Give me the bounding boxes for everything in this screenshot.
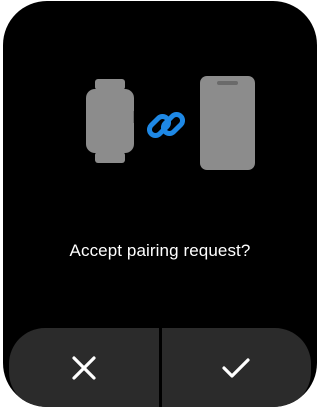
smartwatch-icon <box>86 79 134 163</box>
close-icon <box>72 356 96 380</box>
link-icon <box>146 111 186 139</box>
pairing-illustration <box>3 73 317 173</box>
accept-button[interactable] <box>158 328 311 407</box>
watch-screen: Accept pairing request? <box>3 1 317 407</box>
decline-button[interactable] <box>9 328 159 407</box>
smartphone-icon <box>200 76 255 170</box>
checkmark-icon <box>222 358 250 378</box>
action-bar <box>9 328 311 407</box>
pairing-prompt: Accept pairing request? <box>69 241 251 260</box>
